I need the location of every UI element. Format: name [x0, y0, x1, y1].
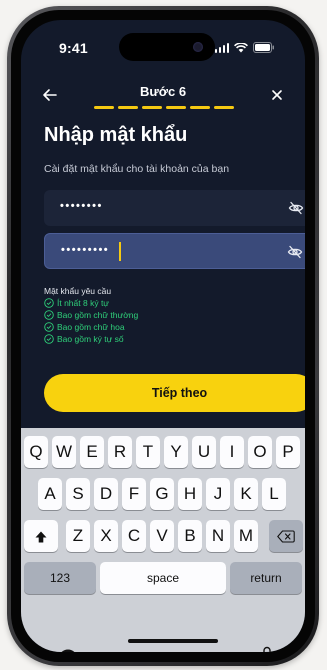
- phone-frame: 9:41 Bước 6 Nhập mật khẩu Cài đặt mật kh…: [7, 6, 319, 666]
- key-e[interactable]: E: [80, 436, 104, 468]
- requirement-label: Bao gồm chữ hoa: [57, 322, 125, 332]
- progress-segment: [190, 106, 210, 109]
- signal-icon: [214, 42, 229, 53]
- check-circle-icon: [44, 334, 54, 344]
- key-l[interactable]: L: [262, 478, 286, 510]
- continue-button[interactable]: Tiếp theo: [44, 374, 305, 412]
- requirements-title: Mật khẩu yêu cầu: [44, 286, 112, 296]
- confirm-password-field[interactable]: •••••••••: [44, 233, 305, 269]
- status-bar: 9:41: [21, 20, 305, 68]
- requirement-label: Bao gồm ký tự số: [57, 334, 124, 344]
- check-circle-icon: [44, 298, 54, 308]
- requirements-list: Ít nhất 8 ký tự Bao gồm chữ thường Bao g…: [44, 297, 138, 345]
- eye-off-icon[interactable]: [287, 244, 303, 260]
- key-w[interactable]: W: [52, 436, 76, 468]
- key-q[interactable]: Q: [24, 436, 48, 468]
- key-h[interactable]: H: [178, 478, 202, 510]
- key-p[interactable]: P: [276, 436, 300, 468]
- shift-icon: [35, 531, 47, 543]
- key-x[interactable]: X: [94, 520, 118, 552]
- microphone-icon[interactable]: [259, 646, 275, 652]
- page-subtitle: Cài đặt mật khẩu cho tài khoản của bạn: [44, 163, 230, 175]
- key-y[interactable]: Y: [164, 436, 188, 468]
- password-field[interactable]: ••••••••: [44, 190, 305, 226]
- password-value: ••••••••: [60, 200, 103, 212]
- dynamic-island: [119, 33, 215, 61]
- requirement-label: Bao gồm chữ thường: [57, 310, 139, 320]
- check-circle-icon: [44, 322, 54, 332]
- key-n[interactable]: N: [206, 520, 230, 552]
- key-b[interactable]: B: [178, 520, 202, 552]
- emoji-icon[interactable]: [57, 648, 79, 652]
- return-key[interactable]: return: [230, 562, 302, 594]
- close-icon[interactable]: [269, 87, 285, 103]
- status-icons: [214, 42, 276, 53]
- key-z[interactable]: Z: [66, 520, 90, 552]
- backspace-icon: [277, 530, 295, 543]
- shift-key[interactable]: [24, 520, 58, 552]
- text-caret: [119, 242, 121, 261]
- progress-segment: [214, 106, 234, 109]
- key-d[interactable]: D: [94, 478, 118, 510]
- requirement-item: Ít nhất 8 ký tự: [44, 297, 138, 309]
- progress-segment: [142, 106, 162, 109]
- key-i[interactable]: I: [220, 436, 244, 468]
- progress-segment: [166, 106, 186, 109]
- key-o[interactable]: O: [248, 436, 272, 468]
- wifi-icon: [234, 42, 248, 53]
- progress-segment: [94, 106, 114, 109]
- eye-off-icon[interactable]: [288, 200, 304, 216]
- requirement-item: Bao gồm chữ thường: [44, 309, 138, 321]
- key-t[interactable]: T: [136, 436, 160, 468]
- numbers-key[interactable]: 123: [24, 562, 96, 594]
- key-s[interactable]: S: [66, 478, 90, 510]
- requirement-label: Ít nhất 8 ký tự: [57, 298, 109, 308]
- space-key[interactable]: space: [100, 562, 226, 594]
- key-m[interactable]: M: [234, 520, 258, 552]
- nav-bar: Bước 6: [21, 78, 305, 118]
- key-u[interactable]: U: [192, 436, 216, 468]
- progress-segment: [118, 106, 138, 109]
- key-r[interactable]: R: [108, 436, 132, 468]
- keyboard: Q W E R T Y U I O P A S D F G H J K L Z …: [21, 428, 305, 652]
- backspace-key[interactable]: [269, 520, 303, 552]
- key-a[interactable]: A: [38, 478, 62, 510]
- battery-icon: [253, 42, 275, 53]
- check-circle-icon: [44, 310, 54, 320]
- page-title: Nhập mật khẩu: [44, 124, 188, 146]
- home-indicator: [128, 639, 218, 643]
- camera-icon: [193, 42, 203, 52]
- status-time: 9:41: [59, 40, 88, 56]
- step-title: Bước 6: [139, 84, 187, 99]
- step-progress: [94, 106, 234, 109]
- key-v[interactable]: V: [150, 520, 174, 552]
- key-k[interactable]: K: [234, 478, 258, 510]
- phone-bezel: 9:41 Bước 6 Nhập mật khẩu Cài đặt mật kh…: [11, 10, 315, 662]
- requirement-item: Bao gồm ký tự số: [44, 333, 138, 345]
- requirement-item: Bao gồm chữ hoa: [44, 321, 138, 333]
- key-g[interactable]: G: [150, 478, 174, 510]
- confirm-password-value: •••••••••: [61, 244, 110, 256]
- key-c[interactable]: C: [122, 520, 146, 552]
- app-screen: 9:41 Bước 6 Nhập mật khẩu Cài đặt mật kh…: [21, 20, 305, 652]
- key-f[interactable]: F: [122, 478, 146, 510]
- key-j[interactable]: J: [206, 478, 230, 510]
